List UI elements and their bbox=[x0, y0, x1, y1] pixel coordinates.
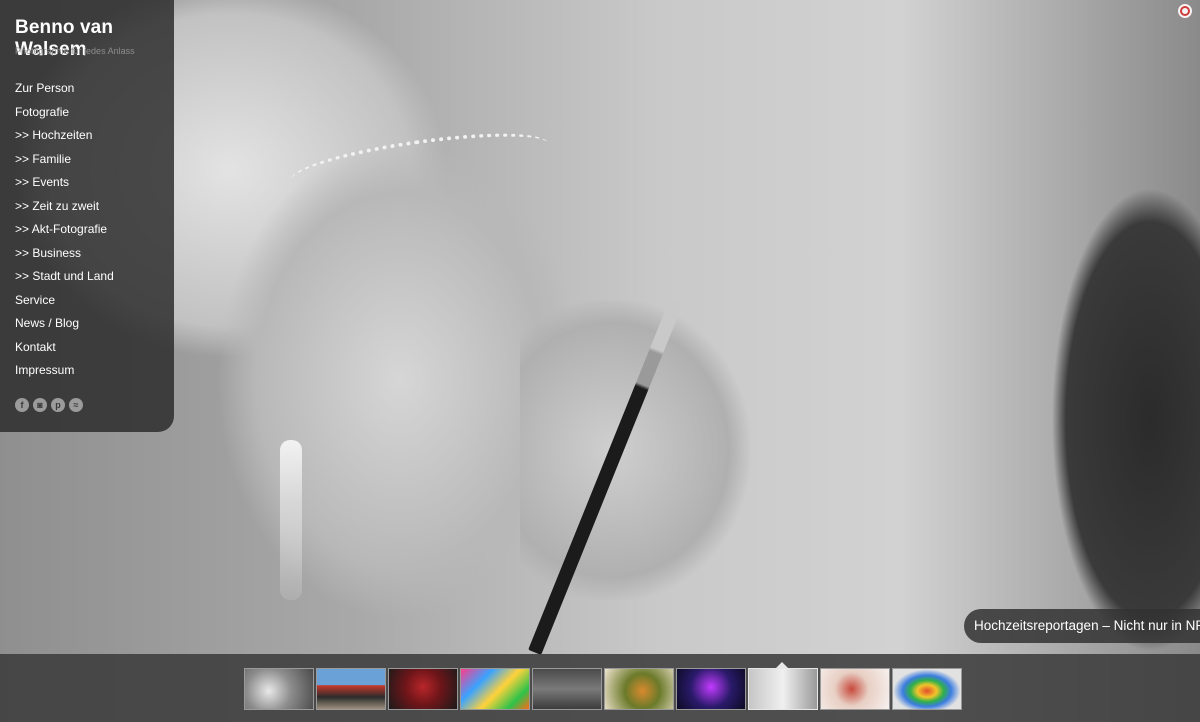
nav-item-news-blog[interactable]: News / Blog bbox=[0, 314, 174, 338]
hand-detail bbox=[520, 300, 750, 600]
thumbnail-9[interactable] bbox=[820, 668, 890, 710]
thumbnail-strip bbox=[244, 668, 962, 710]
thumbnail-6[interactable] bbox=[604, 668, 674, 710]
thumbnail-8-active[interactable] bbox=[748, 668, 818, 710]
nav-item-business[interactable]: >> Business bbox=[0, 244, 174, 268]
thumbnail-1[interactable] bbox=[244, 668, 314, 710]
earring-detail bbox=[280, 440, 302, 600]
nav-item-fotografie[interactable]: Fotografie bbox=[0, 103, 174, 127]
nav-item-kontakt[interactable]: Kontakt bbox=[0, 338, 174, 362]
facebook-icon[interactable]: f bbox=[15, 398, 29, 412]
thumbnail-5[interactable] bbox=[532, 668, 602, 710]
nav-item-familie[interactable]: >> Familie bbox=[0, 150, 174, 174]
pinterest-icon[interactable]: p bbox=[51, 398, 65, 412]
thumbnail-7[interactable] bbox=[676, 668, 746, 710]
instagram-icon[interactable]: ◙ bbox=[33, 398, 47, 412]
nav-item-events[interactable]: >> Events bbox=[0, 173, 174, 197]
site-tagline: Photographie für jedes Anlass bbox=[15, 46, 135, 56]
thumbnail-3[interactable] bbox=[388, 668, 458, 710]
main-navigation: Zur Person Fotografie >> Hochzeiten >> F… bbox=[0, 79, 174, 385]
nav-item-zeit-zu-zweit[interactable]: >> Zeit zu zweit bbox=[0, 197, 174, 221]
slide-caption: Hochzeitsreportagen – Nicht nur in NRW bbox=[964, 609, 1200, 643]
nav-item-service[interactable]: Service bbox=[0, 291, 174, 315]
thumbnail-10[interactable] bbox=[892, 668, 962, 710]
thumbnail-4[interactable] bbox=[460, 668, 530, 710]
thumbnail-2[interactable] bbox=[316, 668, 386, 710]
record-ring-icon[interactable] bbox=[1178, 4, 1192, 18]
nav-item-impressum[interactable]: Impressum bbox=[0, 361, 174, 385]
rss-icon[interactable]: ≈ bbox=[69, 398, 83, 412]
nav-item-akt-fotografie[interactable]: >> Akt-Fotografie bbox=[0, 220, 174, 244]
sidebar: Benno van Walsem Photographie für jedes … bbox=[0, 0, 174, 432]
nav-item-zur-person[interactable]: Zur Person bbox=[0, 79, 174, 103]
thumbnail-bar bbox=[0, 654, 1200, 722]
nav-item-stadt-und-land[interactable]: >> Stadt und Land bbox=[0, 267, 174, 291]
social-icons: f ◙ p ≈ bbox=[15, 398, 83, 412]
nav-item-hochzeiten[interactable]: >> Hochzeiten bbox=[0, 126, 174, 150]
